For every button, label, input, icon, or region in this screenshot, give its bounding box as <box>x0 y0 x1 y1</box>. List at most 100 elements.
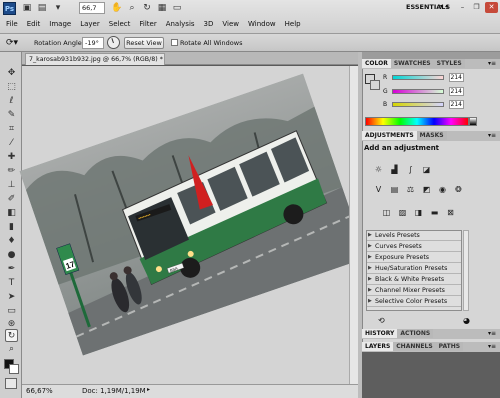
view-extras-icon[interactable]: ▾ <box>51 2 65 14</box>
menu-image[interactable]: Image <box>49 20 71 28</box>
mini-bridge-icon[interactable]: ▤ <box>36 2 48 14</box>
tab-masks[interactable]: MASKS <box>416 131 447 140</box>
menu-select[interactable]: Select <box>109 20 131 28</box>
rotate-view-icon[interactable]: ↻ <box>5 329 18 342</box>
channel-r-value[interactable]: 214 <box>449 73 464 82</box>
menu-layer[interactable]: Layer <box>80 20 100 28</box>
quick-mask-icon[interactable] <box>5 378 17 389</box>
color-panel-menu-icon[interactable]: ▾≡ <box>488 60 496 67</box>
channel-b-value[interactable]: 214 <box>449 100 464 109</box>
preset-levels[interactable]: Levels Presets <box>367 231 461 241</box>
blur-icon[interactable]: ♦ <box>5 235 18 248</box>
curves-icon[interactable]: ∫ <box>405 165 416 175</box>
rotate-view-tool-icon[interactable]: ↻ <box>141 2 153 14</box>
history-panel-menu-icon[interactable]: ▾≡ <box>488 330 496 337</box>
vibrance-icon[interactable]: V <box>373 185 384 195</box>
return-to-list-icon[interactable]: ⟲ <box>378 316 385 325</box>
eraser-icon[interactable]: ◧ <box>5 207 18 220</box>
brightness-contrast-icon[interactable]: ☼ <box>373 165 384 175</box>
clone-stamp-icon[interactable]: ⊥ <box>5 179 18 192</box>
dodge-icon[interactable]: ● <box>5 249 18 262</box>
menu-analysis[interactable]: Analysis <box>166 20 195 28</box>
gradient-map-icon[interactable]: ▬ <box>429 208 440 218</box>
type-icon[interactable]: T <box>5 277 18 290</box>
presets-scrollbar[interactable] <box>463 230 469 311</box>
exposure-icon[interactable]: ◪ <box>421 165 432 175</box>
color-balance-icon[interactable]: ⚖ <box>405 185 416 195</box>
crop-icon[interactable]: ⌗ <box>5 123 18 136</box>
tab-paths[interactable]: PATHS <box>435 342 464 351</box>
tab-styles[interactable]: STYLES <box>433 59 465 68</box>
zoom-tool-icon[interactable]: ⌕ <box>126 2 138 14</box>
background-color-box[interactable] <box>370 80 380 90</box>
pen-icon[interactable]: ✒ <box>5 263 18 276</box>
channel-mixer-icon[interactable]: ❂ <box>453 185 464 195</box>
hue-saturation-icon[interactable]: ▤ <box>389 185 400 195</box>
preset-selective-color[interactable]: Selective Color Presets <box>367 297 461 307</box>
rotation-angle-input[interactable]: -19° <box>82 37 104 49</box>
menu-edit[interactable]: Edit <box>27 20 41 28</box>
posterize-icon[interactable]: ▨ <box>397 208 408 218</box>
tab-swatches[interactable]: SWATCHES <box>390 59 434 68</box>
status-menu-arrow-icon[interactable]: ▸ <box>147 386 150 393</box>
close-icon[interactable]: ✕ <box>485 2 498 13</box>
lasso-icon[interactable]: ℓ <box>5 95 18 108</box>
rotate-all-windows-checkbox[interactable] <box>171 39 178 46</box>
marquee-icon[interactable]: ⬚ <box>5 81 18 94</box>
black-white-ramp[interactable] <box>469 117 477 126</box>
tab-adjustments[interactable]: ADJUSTMENTS <box>362 131 417 140</box>
photo-filter-icon[interactable]: ◉ <box>437 185 448 195</box>
gradient-icon[interactable]: ▮ <box>5 221 18 234</box>
clip-to-layer-icon[interactable]: ◕ <box>463 316 470 325</box>
document-vertical-scrollbar[interactable] <box>349 66 358 384</box>
history-brush-icon[interactable]: ✐ <box>5 193 18 206</box>
preset-black-white[interactable]: Black & White Presets <box>367 275 461 285</box>
preset-channel-mixer[interactable]: Channel Mixer Presets <box>367 286 461 296</box>
restore-icon[interactable]: ❐ <box>470 2 483 13</box>
tab-history[interactable]: HISTORY <box>362 329 398 338</box>
menu-window[interactable]: Window <box>248 20 276 28</box>
threshold-icon[interactable]: ◨ <box>413 208 424 218</box>
tab-channels[interactable]: CHANNELS <box>393 342 436 351</box>
preset-curves[interactable]: Curves Presets <box>367 242 461 252</box>
tab-layers[interactable]: LAYERS <box>362 342 394 351</box>
adjustments-panel-menu-icon[interactable]: ▾≡ <box>488 132 496 139</box>
layers-panel-menu-icon[interactable]: ▾≡ <box>488 343 496 350</box>
channel-g-value[interactable]: 214 <box>449 87 464 96</box>
screen-mode-icon[interactable]: ▭ <box>171 2 183 14</box>
preset-exposure[interactable]: Exposure Presets <box>367 253 461 263</box>
channel-g-slider[interactable] <box>392 89 444 94</box>
rotation-dial[interactable] <box>107 36 120 49</box>
color-spectrum-ramp[interactable] <box>365 117 469 126</box>
invert-icon[interactable]: ◫ <box>381 208 392 218</box>
hand-tool-icon[interactable]: ✋ <box>111 2 123 14</box>
minimize-icon[interactable]: – <box>456 2 469 13</box>
background-color-swatch[interactable] <box>9 364 19 374</box>
preset-hue-saturation[interactable]: Hue/Saturation Presets <box>367 264 461 274</box>
bridge-icon[interactable]: ▣ <box>21 2 33 14</box>
menu-file[interactable]: File <box>6 20 18 28</box>
eyedropper-icon[interactable]: ⁄ <box>5 137 18 150</box>
zoom-icon[interactable]: ⌕ <box>5 343 18 356</box>
menu-filter[interactable]: Filter <box>139 20 156 28</box>
workspace-chevron-icon[interactable]: ▾ ◂ <box>440 3 448 10</box>
document-tab[interactable]: 7_karosab931b932.jpg @ 66,7% (RGB/8) * <box>25 53 165 65</box>
path-select-icon[interactable]: ➤ <box>5 291 18 304</box>
menu-help[interactable]: Help <box>285 20 301 28</box>
arrange-documents-icon[interactable]: ▦ <box>156 2 168 14</box>
menu-view[interactable]: View <box>222 20 239 28</box>
healing-icon[interactable]: ✚ <box>5 151 18 164</box>
tab-actions[interactable]: ACTIONS <box>397 329 434 338</box>
move-icon[interactable]: ✥ <box>5 67 18 80</box>
black-white-icon[interactable]: ◩ <box>421 185 432 195</box>
levels-icon[interactable]: ▟ <box>389 165 400 175</box>
brush-icon[interactable]: ✏ <box>5 165 18 178</box>
reset-view-button[interactable]: Reset View <box>124 37 164 49</box>
selective-color-icon[interactable]: ⊠ <box>445 208 456 218</box>
quick-select-icon[interactable]: ✎ <box>5 109 18 122</box>
channel-r-slider[interactable] <box>392 75 444 80</box>
status-zoom[interactable]: 66,67% <box>26 387 53 395</box>
zoom-level-field[interactable]: 66,7 <box>79 2 105 14</box>
menu-3d[interactable]: 3D <box>204 20 214 28</box>
tool-preset-picker-icon[interactable]: ⟳▾ <box>6 37 26 49</box>
